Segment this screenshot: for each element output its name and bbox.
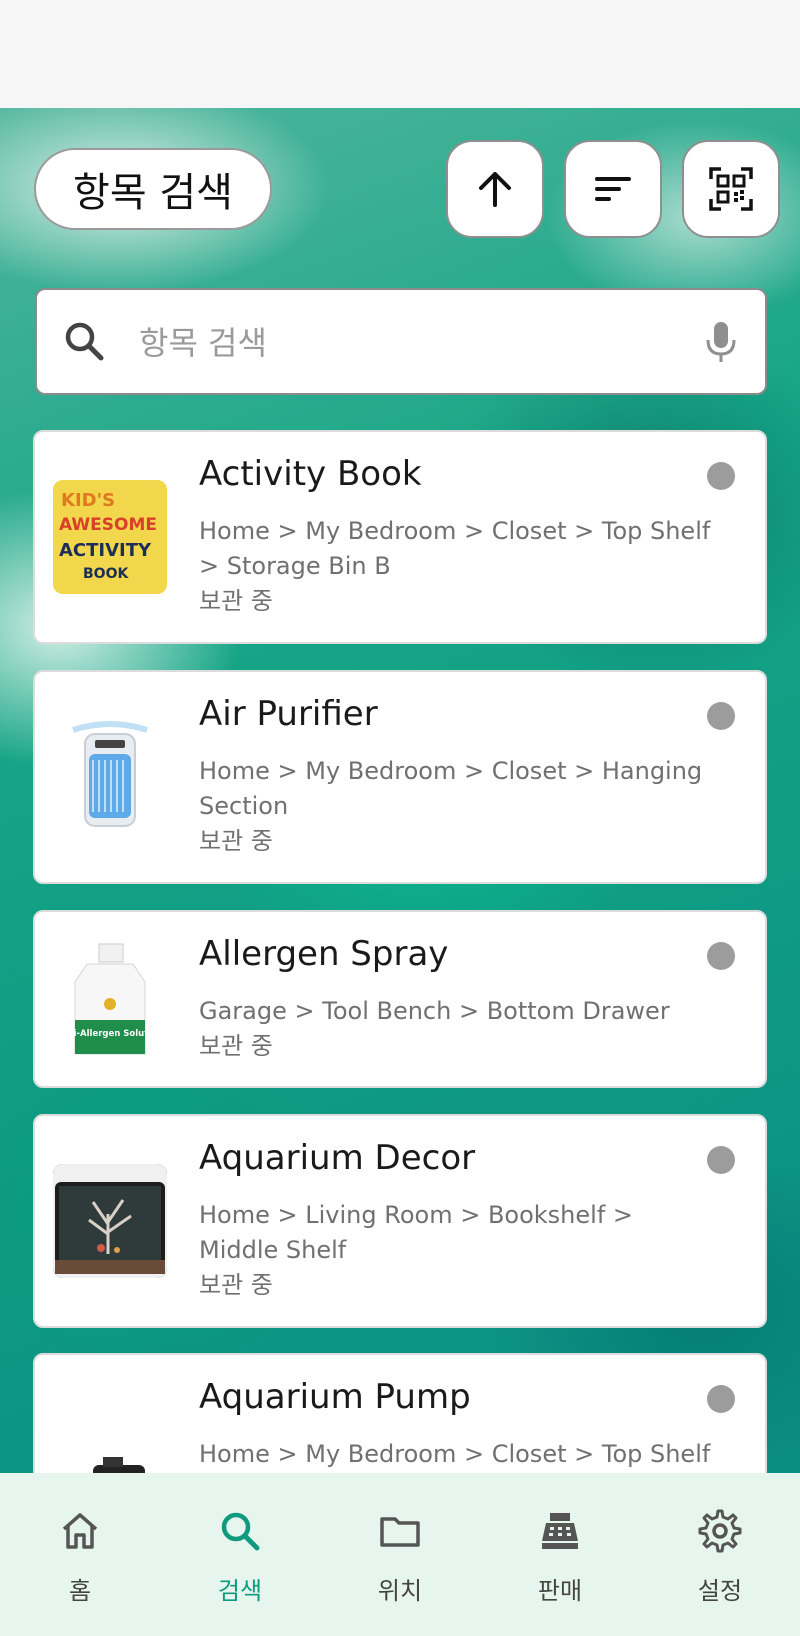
search-icon [65, 322, 104, 361]
status-bar [0, 0, 800, 108]
svg-text:ACTIVITY: ACTIVITY [59, 540, 152, 561]
nav-item-sales[interactable]: 판매 [480, 1473, 640, 1636]
item-location-path: Home > Living Room > Bookshelf > Middle … [199, 1198, 719, 1303]
nav-item-search[interactable]: 검색 [160, 1473, 320, 1636]
sort-button[interactable] [564, 140, 662, 238]
svg-text:AWESOME: AWESOME [59, 515, 157, 535]
air-purifier-image [53, 720, 167, 834]
bottom-navigation: 홈 검색 위치 판매 설정 [0, 1473, 800, 1636]
search-icon [221, 1512, 260, 1551]
nav-item-home[interactable]: 홈 [0, 1473, 160, 1636]
nav-item-location[interactable]: 위치 [320, 1473, 480, 1636]
status-indicator-dot [707, 462, 735, 490]
arrow-up-icon [479, 172, 511, 207]
search-input[interactable] [137, 314, 681, 372]
qr-scan-button[interactable] [682, 140, 780, 238]
list-item[interactable]: Air Purifier Home > My Bedroom > Closet … [33, 670, 767, 884]
sort-icon [595, 177, 631, 201]
svg-text:KID'S: KID'S [61, 490, 115, 511]
nav-label: 위치 [377, 1577, 423, 1605]
item-status: 보관 중 [199, 827, 273, 855]
item-name: Activity Book [199, 454, 422, 494]
item-status: 보관 중 [199, 587, 273, 615]
page-title: 항목 검색 [34, 148, 272, 230]
gear-icon [698, 1509, 742, 1553]
item-status: 보관 중 [199, 1032, 273, 1060]
microphone-icon[interactable] [703, 320, 739, 364]
item-status: 보관 중 [199, 1271, 273, 1299]
item-thumbnail: Anti-Allergen Solution [53, 942, 167, 1056]
status-indicator-dot [707, 702, 735, 730]
sort-direction-button[interactable] [446, 140, 544, 238]
folder-icon [380, 1517, 420, 1547]
item-name: Air Purifier [199, 694, 378, 734]
home-icon [62, 1513, 98, 1549]
status-indicator-dot [707, 942, 735, 970]
nav-item-settings[interactable]: 설정 [640, 1473, 800, 1636]
svg-text:BOOK: BOOK [83, 566, 129, 582]
cash-register-icon [542, 1513, 578, 1549]
item-thumbnail [53, 1164, 167, 1278]
aquarium-image [53, 1164, 167, 1278]
list-item[interactable]: Anti-Allergen Solution Allergen Spray Ga… [33, 910, 767, 1088]
search-bar[interactable] [35, 288, 767, 395]
item-thumbnail [53, 720, 167, 834]
item-thumbnail: KID'S AWESOME ACTIVITY BOOK [53, 480, 167, 594]
nav-label: 설정 [697, 1577, 743, 1605]
qr-scan-icon [709, 167, 753, 211]
nav-label: 검색 [217, 1577, 263, 1605]
nav-label: 판매 [537, 1577, 583, 1605]
status-indicator-dot [707, 1385, 735, 1413]
item-name: Aquarium Pump [199, 1377, 471, 1417]
item-name: Aquarium Decor [199, 1138, 476, 1178]
item-location-path: Garage > Tool Bench > Bottom Drawer 보관 중 [199, 994, 719, 1064]
list-item[interactable]: Aquarium Decor Home > Living Room > Book… [33, 1114, 767, 1328]
item-location-path: Home > My Bedroom > Closet > Top Shelf >… [199, 514, 719, 619]
item-name: Allergen Spray [199, 934, 449, 974]
status-indicator-dot [707, 1146, 735, 1174]
item-location-path: Home > My Bedroom > Closet > Hanging Sec… [199, 754, 719, 859]
nav-label: 홈 [68, 1577, 92, 1605]
list-item[interactable]: KID'S AWESOME ACTIVITY BOOK Activity Boo… [33, 430, 767, 644]
spray-bottle-image: Anti-Allergen Solution [53, 942, 167, 1056]
svg-text:Anti-Allergen Solution: Anti-Allergen Solution [57, 1029, 163, 1039]
activity-book-image: KID'S AWESOME ACTIVITY BOOK [53, 480, 167, 594]
